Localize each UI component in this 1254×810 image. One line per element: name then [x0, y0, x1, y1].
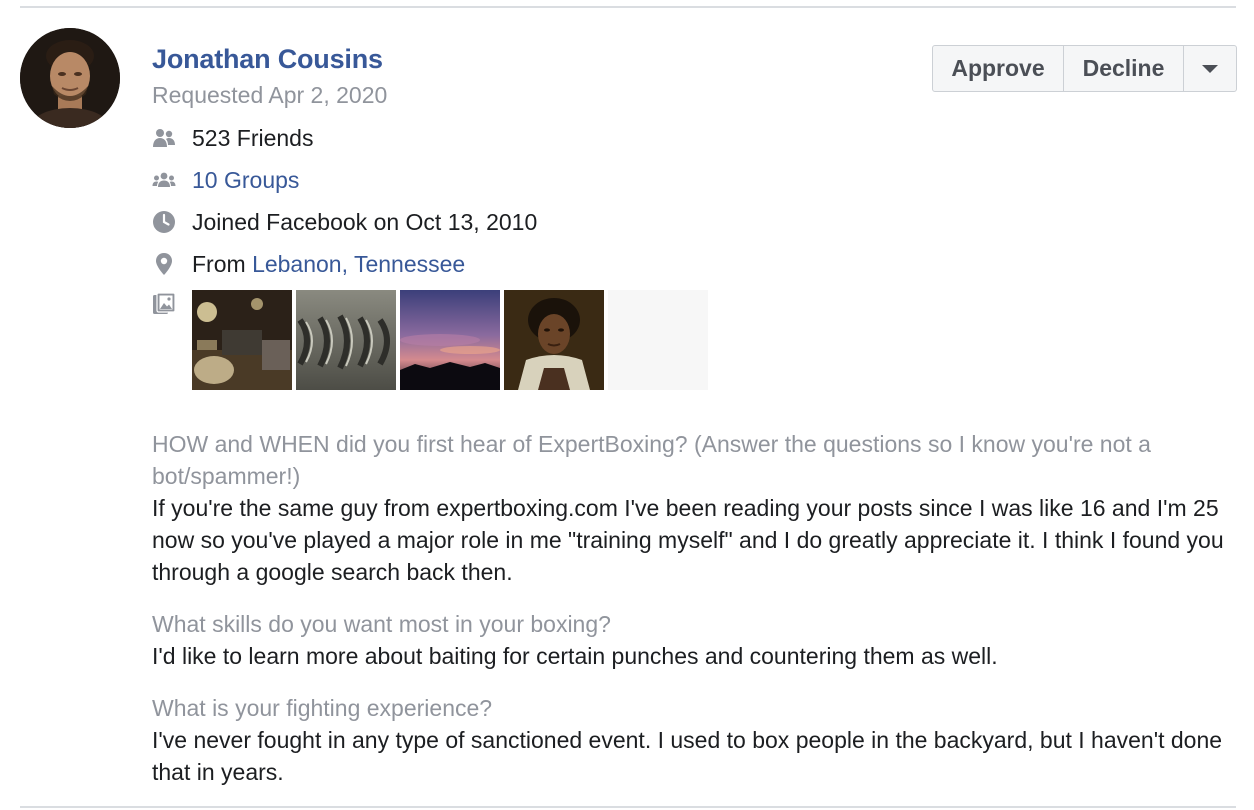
question-text: What skills do you want most in your box… — [152, 611, 611, 637]
clock-icon — [152, 210, 176, 234]
photo-thumbnail[interactable] — [296, 290, 396, 390]
photo-strip — [192, 290, 712, 390]
requester-name[interactable]: Jonathan Cousins — [152, 44, 383, 75]
photo-thumbnail[interactable] — [400, 290, 500, 390]
avatar[interactable] — [20, 28, 120, 128]
answer-text: I've never fought in any type of sanctio… — [152, 727, 1223, 785]
photo-thumbnail[interactable] — [192, 290, 292, 390]
photo-thumbnail[interactable] — [504, 290, 604, 390]
question-text: HOW and WHEN did you first hear of Exper… — [152, 431, 1151, 489]
friends-row: 523 Friends — [152, 123, 313, 153]
friends-count: 523 Friends — [192, 124, 314, 151]
photos-icon — [152, 292, 176, 316]
question-block: HOW and WHEN did you first hear of Exper… — [152, 428, 1236, 588]
joined-row: Joined Facebook on Oct 13, 2010 — [152, 207, 537, 237]
from-prefix: From — [192, 250, 253, 277]
groups-link[interactable]: 10 Groups — [192, 167, 299, 194]
top-divider — [20, 6, 1236, 8]
answer-text: If you're the same guy from expertboxing… — [152, 495, 1224, 585]
location-pin-icon — [152, 252, 176, 276]
decline-button[interactable]: Decline — [1064, 46, 1184, 91]
question-text: What is your fighting experience? — [152, 695, 493, 721]
requested-date: Requested Apr 2, 2020 — [152, 82, 388, 108]
question-block: What is your fighting experience? I've n… — [152, 692, 1236, 788]
approve-button[interactable]: Approve — [933, 46, 1064, 91]
request-actions: Approve Decline — [932, 45, 1237, 92]
bottom-divider — [20, 806, 1236, 808]
chevron-down-icon — [1202, 64, 1218, 73]
question-block: What skills do you want most in your box… — [152, 608, 1236, 672]
friends-icon — [152, 126, 176, 150]
from-row: From Lebanon, Tennessee — [152, 249, 465, 279]
answer-text: I'd like to learn more about baiting for… — [152, 643, 998, 669]
from-location-link[interactable]: Lebanon, Tennessee — [252, 251, 465, 278]
more-options-button[interactable] — [1184, 46, 1236, 91]
joined-date: Joined Facebook on Oct 13, 2010 — [192, 208, 538, 235]
photo-placeholder — [608, 290, 708, 390]
groups-row: 10 Groups — [152, 165, 299, 195]
groups-icon — [152, 168, 176, 192]
